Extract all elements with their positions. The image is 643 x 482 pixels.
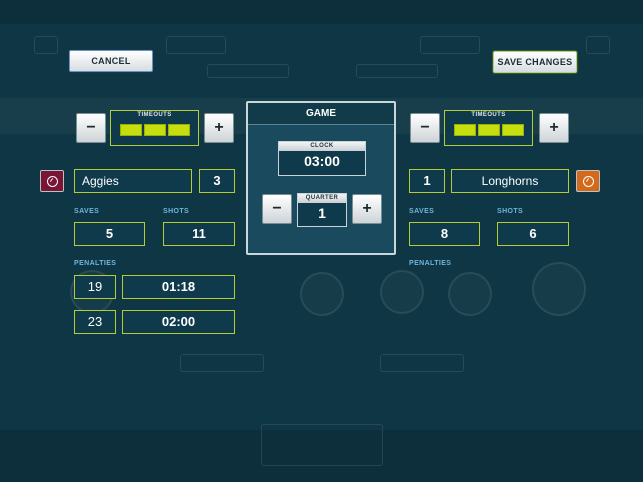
timeout-block bbox=[477, 124, 500, 136]
away-timeout-decrement-button[interactable]: − bbox=[410, 113, 440, 143]
home-shots-label: SHOTS bbox=[163, 208, 190, 215]
save-changes-button[interactable]: SAVE CHANGES bbox=[493, 51, 577, 73]
home-timeouts-label: TIMEOUTS bbox=[137, 112, 172, 118]
quarter-increment-button[interactable]: + bbox=[352, 194, 382, 224]
game-title: GAME bbox=[248, 103, 394, 125]
home-saves-field[interactable]: 5 bbox=[74, 222, 145, 246]
background-topbar bbox=[0, 0, 643, 24]
background-ghost bbox=[380, 354, 464, 372]
away-score-field[interactable]: 1 bbox=[409, 169, 445, 193]
quarter-value: 1 bbox=[318, 205, 326, 221]
away-saves-label: SAVES bbox=[409, 208, 435, 215]
clock-field[interactable]: CLOCK 03:00 bbox=[278, 141, 366, 176]
away-timeouts-display: TIMEOUTS bbox=[444, 110, 533, 146]
background-ghost bbox=[356, 64, 438, 78]
game-panel: GAME CLOCK 03:00 − QUARTER 1 + bbox=[246, 101, 396, 255]
background-ghost bbox=[261, 424, 383, 466]
home-timeout-increment-button[interactable]: + bbox=[204, 113, 234, 143]
cancel-button[interactable]: CANCEL bbox=[69, 50, 153, 72]
background-ghost bbox=[180, 354, 264, 372]
timeout-block bbox=[501, 124, 524, 136]
home-penalties-label: PENALTIES bbox=[74, 260, 117, 267]
background-ghost bbox=[166, 36, 226, 54]
penalty-player-number[interactable]: 23 bbox=[74, 310, 116, 334]
away-shots-field[interactable]: 6 bbox=[497, 222, 569, 246]
quarter-field[interactable]: QUARTER 1 bbox=[297, 193, 347, 227]
away-saves-field[interactable]: 8 bbox=[409, 222, 480, 246]
timeout-block bbox=[167, 124, 190, 136]
home-timeouts-blocks bbox=[111, 123, 198, 141]
away-color-button[interactable] bbox=[576, 170, 600, 192]
home-color-button[interactable] bbox=[40, 170, 64, 192]
away-timeouts-label: TIMEOUTS bbox=[471, 112, 506, 118]
quarter-label: QUARTER bbox=[298, 194, 346, 203]
timeout-block bbox=[119, 124, 142, 136]
quarter-decrement-button[interactable]: − bbox=[262, 194, 292, 224]
home-timeouts-display: TIMEOUTS bbox=[110, 110, 199, 146]
color-picker-icon bbox=[582, 175, 594, 187]
timeout-block bbox=[453, 124, 476, 136]
away-timeout-increment-button[interactable]: + bbox=[539, 113, 569, 143]
background-circle bbox=[532, 262, 586, 316]
background-circle bbox=[448, 272, 492, 316]
away-shots-label: SHOTS bbox=[497, 208, 524, 215]
background-ghost bbox=[420, 36, 480, 54]
away-team-name-field[interactable]: Longhorns bbox=[451, 169, 569, 193]
penalty-time[interactable]: 01:18 bbox=[122, 275, 235, 299]
away-timeouts-blocks bbox=[445, 123, 532, 141]
background-ghost bbox=[34, 36, 58, 54]
penalty-player-number[interactable]: 19 bbox=[74, 275, 116, 299]
home-score-field[interactable]: 3 bbox=[199, 169, 235, 193]
home-timeout-decrement-button[interactable]: − bbox=[76, 113, 106, 143]
home-team-name-field[interactable]: Aggies bbox=[74, 169, 192, 193]
penalty-time[interactable]: 02:00 bbox=[122, 310, 235, 334]
background-circle bbox=[380, 270, 424, 314]
home-saves-label: SAVES bbox=[74, 208, 100, 215]
clock-label: CLOCK bbox=[279, 142, 365, 151]
background-ghost bbox=[207, 64, 289, 78]
timeout-block bbox=[143, 124, 166, 136]
clock-value: 03:00 bbox=[304, 153, 340, 169]
background-circle bbox=[300, 272, 344, 316]
home-shots-field[interactable]: 11 bbox=[163, 222, 235, 246]
color-picker-icon bbox=[46, 175, 58, 187]
away-penalties-label: PENALTIES bbox=[409, 260, 452, 267]
background-ghost bbox=[586, 36, 610, 54]
